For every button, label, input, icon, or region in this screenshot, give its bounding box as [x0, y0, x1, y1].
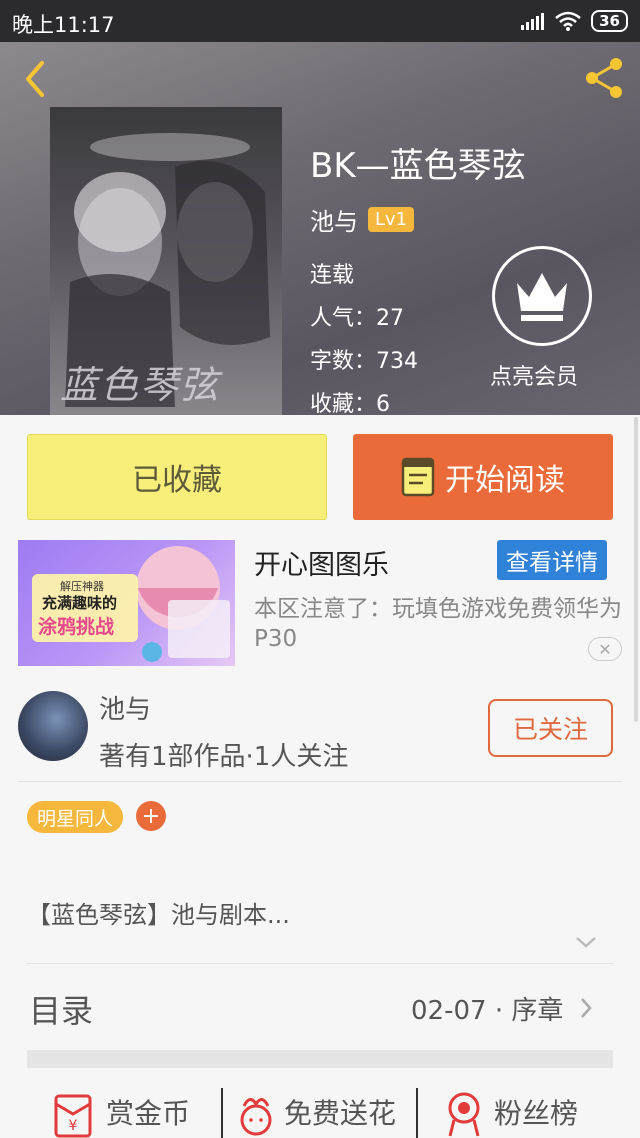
- reward-coins-button[interactable]: ¥ 赏金币: [50, 1086, 190, 1138]
- ad-image-text-2: 充满趣味的: [42, 594, 118, 612]
- reward-coins-label: 赏金币: [106, 1097, 191, 1130]
- battery-indicator: 36: [591, 10, 628, 32]
- author-row: 池与 Lv1: [310, 202, 415, 237]
- red-envelope-icon: ¥: [54, 1094, 92, 1138]
- toc-label[interactable]: 目录: [29, 986, 93, 1032]
- medal-icon: [448, 1092, 480, 1137]
- author-card-name[interactable]: 池与: [99, 689, 151, 726]
- book-cover[interactable]: 蓝色琴弦: [50, 107, 282, 415]
- ad-description[interactable]: 本区注意了：玩填色游戏免费领华为P30: [254, 594, 624, 654]
- vip-crown-button[interactable]: [492, 246, 592, 346]
- ad-close-icon[interactable]: ✕: [588, 637, 622, 661]
- status-bar: 晚上11:17 36: [0, 0, 640, 42]
- flower-icon: [240, 1098, 272, 1136]
- book-icon: [401, 457, 435, 497]
- fan-ranking-button[interactable]: 粉丝榜: [442, 1086, 578, 1138]
- divider: [18, 781, 622, 782]
- divider: [221, 1088, 223, 1138]
- collected-button[interactable]: 已收藏: [27, 434, 327, 520]
- book-title: BK—蓝色琴弦: [310, 146, 526, 186]
- book-favorites: 收藏：6: [310, 392, 390, 415]
- ad-image[interactable]: 解压神器 充满趣味的 涂鸦挑战: [18, 540, 235, 666]
- book-word-count: 字数：734: [310, 349, 418, 374]
- fan-ranking-label: 粉丝榜: [494, 1097, 579, 1130]
- back-icon[interactable]: [20, 57, 52, 101]
- section-separator: [27, 1050, 613, 1068]
- synopsis-text[interactable]: 【蓝色琴弦】池与剧本...: [27, 895, 290, 930]
- author-name[interactable]: 池与: [310, 202, 358, 237]
- book-popularity: 人气：27: [310, 306, 404, 331]
- cover-title-art: 蓝色琴弦: [60, 363, 221, 407]
- status-time: 晚上11:17: [12, 13, 115, 37]
- chevron-down-icon[interactable]: [574, 934, 598, 950]
- follow-label: 已关注: [512, 715, 588, 744]
- book-status: 连载: [310, 263, 355, 288]
- vip-label[interactable]: 点亮会员: [490, 359, 578, 391]
- tag-chip[interactable]: 明星同人: [27, 801, 124, 833]
- signal-icon: [521, 13, 545, 30]
- ad-image-text-3: 涂鸦挑战: [38, 616, 115, 638]
- tag-label: 明星同人: [37, 807, 114, 830]
- level-badge: Lv1: [368, 207, 415, 232]
- crown-icon: [517, 273, 567, 321]
- follow-button[interactable]: 已关注: [488, 699, 613, 757]
- share-icon[interactable]: [580, 54, 628, 102]
- scrollbar[interactable]: [634, 417, 638, 722]
- send-flower-label: 免费送花: [284, 1097, 397, 1130]
- toc-latest-chapter[interactable]: 02-07 · 序章: [411, 990, 563, 1027]
- book-header: 蓝色琴弦 BK—蓝色琴弦 池与 Lv1 连载 人气：27 字数：734 收藏：6…: [0, 42, 640, 415]
- ad-title[interactable]: 开心图图乐: [254, 543, 389, 582]
- author-card-summary: 著有1部作品·1人关注: [99, 742, 349, 772]
- add-tag-button[interactable]: +: [136, 801, 166, 831]
- svg-text:¥: ¥: [69, 1118, 78, 1134]
- ad-detail-button[interactable]: 查看详情: [497, 540, 607, 580]
- start-reading-button[interactable]: 开始阅读: [353, 434, 613, 520]
- collected-label: 已收藏: [132, 463, 222, 498]
- wifi-icon: [555, 11, 581, 31]
- author-avatar[interactable]: [18, 691, 88, 761]
- divider: [27, 963, 613, 964]
- divider: [416, 1088, 418, 1138]
- status-icons: 36: [521, 10, 628, 32]
- send-flower-button[interactable]: 免费送花: [236, 1086, 396, 1138]
- chevron-right-icon[interactable]: [579, 996, 593, 1020]
- start-reading-label: 开始阅读: [445, 463, 565, 498]
- ad-detail-label: 查看详情: [506, 550, 598, 576]
